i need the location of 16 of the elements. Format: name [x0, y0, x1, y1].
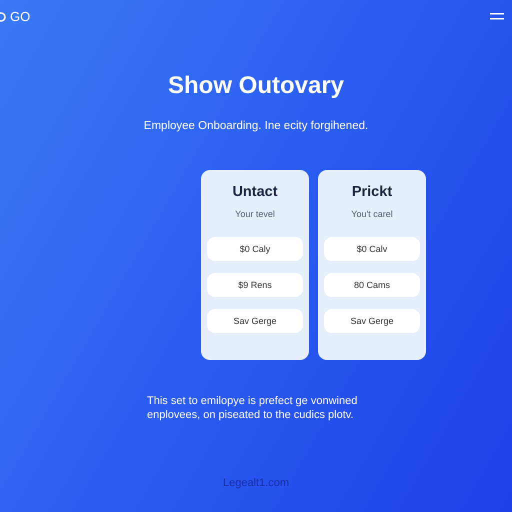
card-title: Untact	[232, 184, 278, 200]
card-subtitle: Your tevel	[235, 209, 275, 219]
card-subtitle: You't carel	[351, 209, 393, 219]
logo-icon	[0, 10, 7, 22]
option-button[interactable]: 80 Cams	[324, 273, 420, 297]
card-title: Prickt	[352, 184, 392, 200]
option-button[interactable]: $9 Rens	[207, 273, 303, 297]
option-button[interactable]: $0 Caly	[207, 237, 303, 261]
subtitle: Employee Onboarding. Ine ecity forgihened.	[144, 120, 368, 132]
logo-text: GO	[10, 9, 30, 24]
option-button[interactable]: Sav Gerge	[207, 309, 303, 333]
menu-icon[interactable]	[490, 12, 504, 22]
option-button[interactable]: $0 Calv	[324, 237, 420, 261]
option-button[interactable]: Sav Gerge	[324, 309, 420, 333]
description-text: This set to emilopye is prefect ge vonwined enplovees, on piseated to the cudics plotv.	[147, 394, 358, 422]
page-title: Show Outovary	[168, 72, 344, 100]
